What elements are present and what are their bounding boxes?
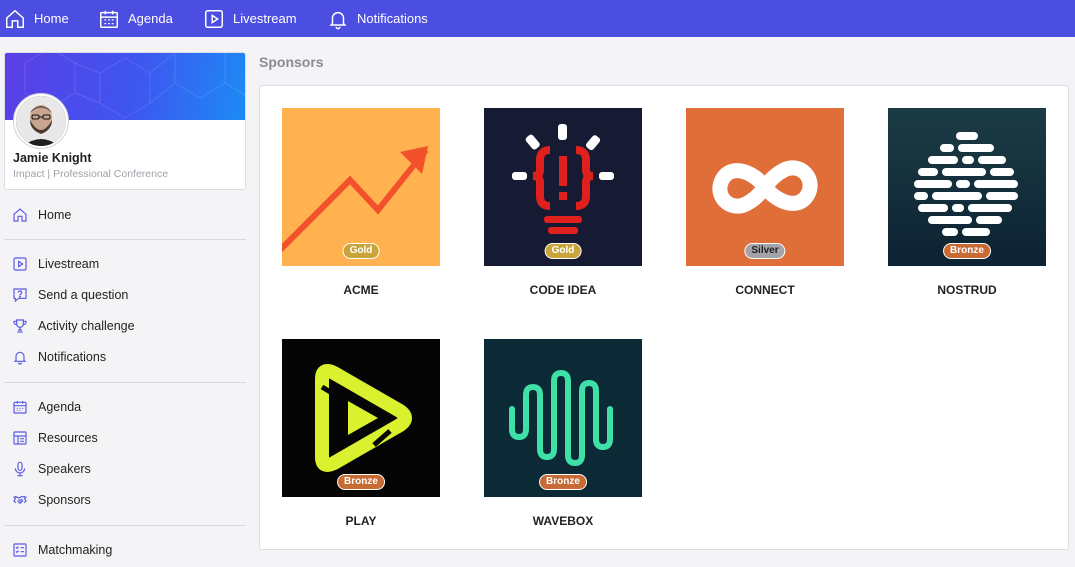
sidebar-item-resources[interactable]: Resources [12,428,98,448]
sidebar-item-agenda[interactable]: Agenda [12,397,81,417]
sidebar-divider [4,239,246,240]
tier-badge: Bronze [943,243,991,259]
checklist-icon [13,543,27,557]
home-icon [6,9,24,28]
topnav-notifications-label: Notifications [357,11,428,26]
sidebar-item-livestream[interactable]: Livestream [12,254,99,274]
topnav-livestream-label: Livestream [233,11,297,26]
trophy-icon [13,319,27,333]
sidebar-divider [4,525,246,526]
topnav-livestream[interactable]: Livestream [203,0,297,37]
sponsor-name: CONNECT [735,283,795,297]
sidebar-item-home[interactable]: Home [12,205,71,225]
sponsor-name: PLAY [345,514,377,528]
sponsor-name: NOSTRUD [937,283,997,297]
page-title: Sponsors [259,54,324,70]
sponsor-logo: Silver [686,108,844,266]
sidebar-item-matchmaking[interactable]: Matchmaking [12,540,112,560]
topnav-notifications[interactable]: Notifications [327,0,428,37]
sidebar-item-label: Home [38,208,72,222]
topnav-home-label: Home [34,11,69,26]
sponsors-panel: Gold ACME Gold CODE IDEA Silver CONNECT … [259,85,1069,550]
sponsor-card-code-idea[interactable]: Gold CODE IDEA [484,108,642,297]
home-icon [13,208,27,222]
topnav-home[interactable]: Home [4,0,69,37]
calendar-icon [13,401,27,414]
microphone-icon [14,461,26,477]
sidebar-item-sponsors[interactable]: Sponsors [12,490,91,510]
question-icon [13,288,27,303]
sponsor-name: WAVEBOX [532,514,594,528]
sidebar-item-label: Activity challenge [38,319,135,333]
tier-badge: Silver [744,243,786,259]
sponsor-card-connect[interactable]: Silver CONNECT [686,108,844,297]
play-icon [13,257,27,271]
sponsor-name: CODE IDEA [529,283,597,297]
resources-icon [13,431,27,445]
sidebar-item-activity-challenge[interactable]: Activity challenge [12,316,135,336]
play-icon [205,9,223,28]
sponsor-logo: Bronze [888,108,1046,266]
sidebar-item-label: Matchmaking [38,543,113,557]
sponsor-logo: Gold [282,108,440,266]
topnav-agenda[interactable]: Agenda [98,0,173,37]
sponsor-logo: Gold [484,108,642,266]
sponsor-card-wavebox[interactable]: Bronze WAVEBOX [484,339,642,528]
tier-badge: Gold [342,243,380,259]
sponsor-logo: Bronze [282,339,440,497]
sidebar-item-speakers[interactable]: Speakers [12,459,91,479]
profile-card[interactable]: Jamie Knight Impact | Professional Confe… [4,52,246,190]
sidebar-item-notifications[interactable]: Notifications [12,347,106,367]
sidebar-item-label: Notifications [38,350,107,364]
avatar [13,93,69,149]
sidebar-item-label: Speakers [38,462,91,476]
sidebar-item-label: Resources [38,431,98,445]
sidebar-divider [4,382,246,383]
sponsor-card-nostrud[interactable]: Bronze NOSTRUD [888,108,1046,297]
profile-name: Jamie Knight [13,151,92,165]
sponsor-card-play[interactable]: Bronze PLAY [282,339,440,528]
sponsor-name: ACME [343,283,379,297]
sidebar-item-label: Sponsors [38,493,91,507]
sidebar-item-label: Livestream [38,257,100,271]
profile-subtitle: Impact | Professional Conference [13,168,169,180]
sponsor-logo: Bronze [484,339,642,497]
sidebar-item-label: Send a question [38,288,129,302]
sidebar: Jamie Knight Impact | Professional Confe… [0,37,256,567]
handshake-icon [13,496,27,505]
sidebar-item-send-question[interactable]: Send a question [12,285,128,305]
tier-badge: Bronze [337,474,385,490]
tier-badge: Bronze [539,474,587,490]
sidebar-item-label: Agenda [38,400,82,414]
sponsor-card-acme[interactable]: Gold ACME [282,108,440,297]
bell-icon [13,351,27,365]
top-navigation: Home Agenda Livestream Notifications [0,0,1075,37]
calendar-icon [100,10,118,28]
bell-icon [329,11,347,29]
topnav-agenda-label: Agenda [128,11,173,26]
tier-badge: Gold [544,243,582,259]
